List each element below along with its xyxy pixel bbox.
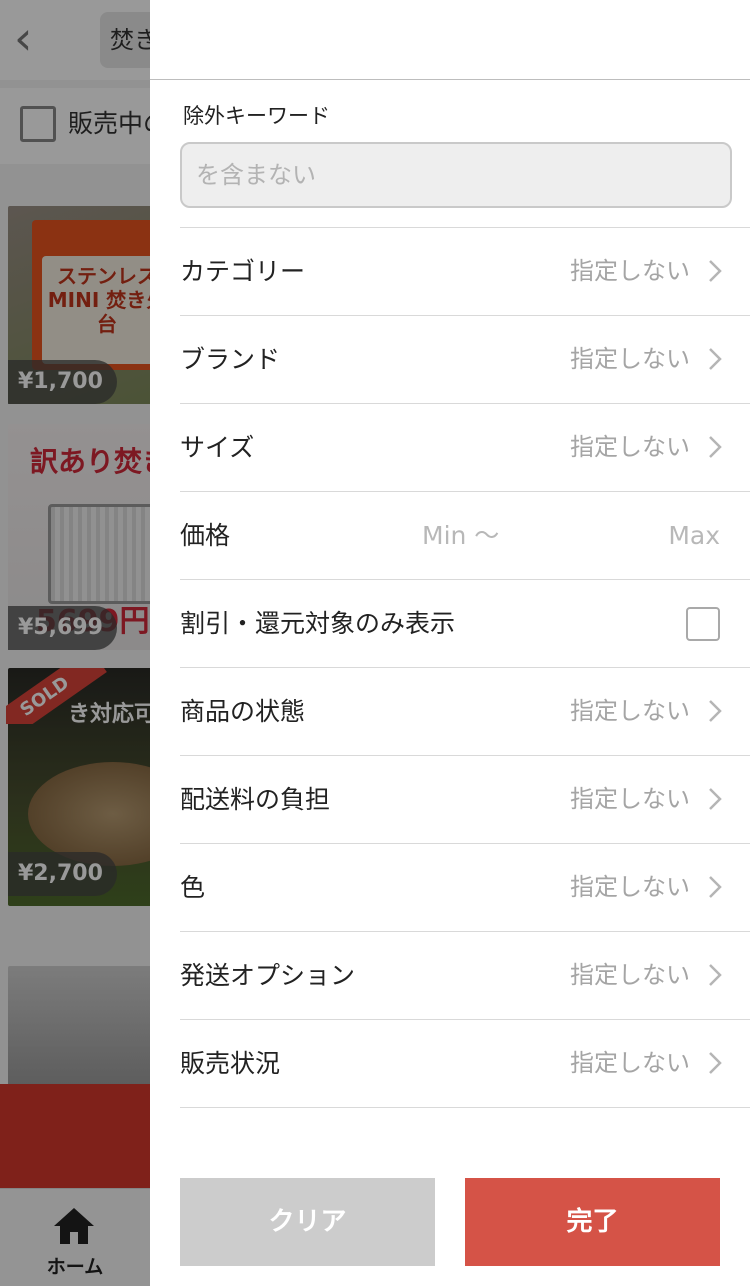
- discount-checkbox[interactable]: [686, 607, 720, 641]
- chevron-right-icon: [709, 260, 722, 282]
- chevron-right-icon: [709, 348, 722, 370]
- filter-drawer: 除外キーワード カテゴリー 指定しない ブランド 指定しない サイズ 指定しない…: [150, 0, 750, 1286]
- shipping-option-label: 発送オプション: [180, 961, 356, 990]
- brand-value: 指定しない: [570, 345, 690, 373]
- condition-value: 指定しない: [570, 697, 690, 725]
- done-button[interactable]: 完了: [465, 1178, 720, 1266]
- chevron-right-icon: [709, 876, 722, 898]
- color-label: 色: [180, 873, 206, 902]
- brand-label: ブランド: [180, 345, 281, 374]
- price-label: 価格: [180, 521, 231, 550]
- price-max-input[interactable]: Max: [668, 492, 720, 579]
- filter-row-shipping-fee[interactable]: 配送料の負担 指定しない: [180, 756, 750, 844]
- price-min-input[interactable]: Min 〜: [422, 492, 499, 579]
- size-value: 指定しない: [570, 433, 690, 461]
- chevron-right-icon: [709, 700, 722, 722]
- filter-row-category[interactable]: カテゴリー 指定しない: [180, 228, 750, 316]
- exclude-keyword-input[interactable]: [180, 142, 732, 208]
- sales-status-label: 販売状況: [180, 1049, 281, 1078]
- filter-row-color[interactable]: 色 指定しない: [180, 844, 750, 932]
- filter-row-sales-status[interactable]: 販売状況 指定しない: [180, 1020, 750, 1108]
- filter-row-condition[interactable]: 商品の状態 指定しない: [180, 668, 750, 756]
- chevron-right-icon: [709, 436, 722, 458]
- condition-label: 商品の状態: [180, 697, 306, 726]
- clear-button[interactable]: クリア: [180, 1178, 435, 1266]
- color-value: 指定しない: [570, 873, 690, 901]
- filter-row-shipping-option[interactable]: 発送オプション 指定しない: [180, 932, 750, 1020]
- discount-label: 割引・還元対象のみ表示: [180, 609, 456, 638]
- exclude-keyword-label: 除外キーワード: [183, 104, 330, 128]
- chevron-right-icon: [709, 788, 722, 810]
- size-label: サイズ: [180, 433, 255, 462]
- category-value: 指定しない: [570, 257, 690, 285]
- filter-row-brand[interactable]: ブランド 指定しない: [180, 316, 750, 404]
- category-label: カテゴリー: [180, 257, 306, 286]
- shipping-fee-value: 指定しない: [570, 785, 690, 813]
- filter-row-discount[interactable]: 割引・還元対象のみ表示: [180, 580, 750, 668]
- filter-row-size[interactable]: サイズ 指定しない: [180, 404, 750, 492]
- shipping-fee-label: 配送料の負担: [180, 785, 331, 814]
- shipping-option-value: 指定しない: [570, 961, 690, 989]
- chevron-right-icon: [709, 1052, 722, 1074]
- sales-status-value: 指定しない: [570, 1049, 690, 1077]
- chevron-right-icon: [709, 964, 722, 986]
- filter-row-price: 価格 Min 〜 Max: [180, 492, 750, 580]
- drawer-header: [150, 0, 750, 80]
